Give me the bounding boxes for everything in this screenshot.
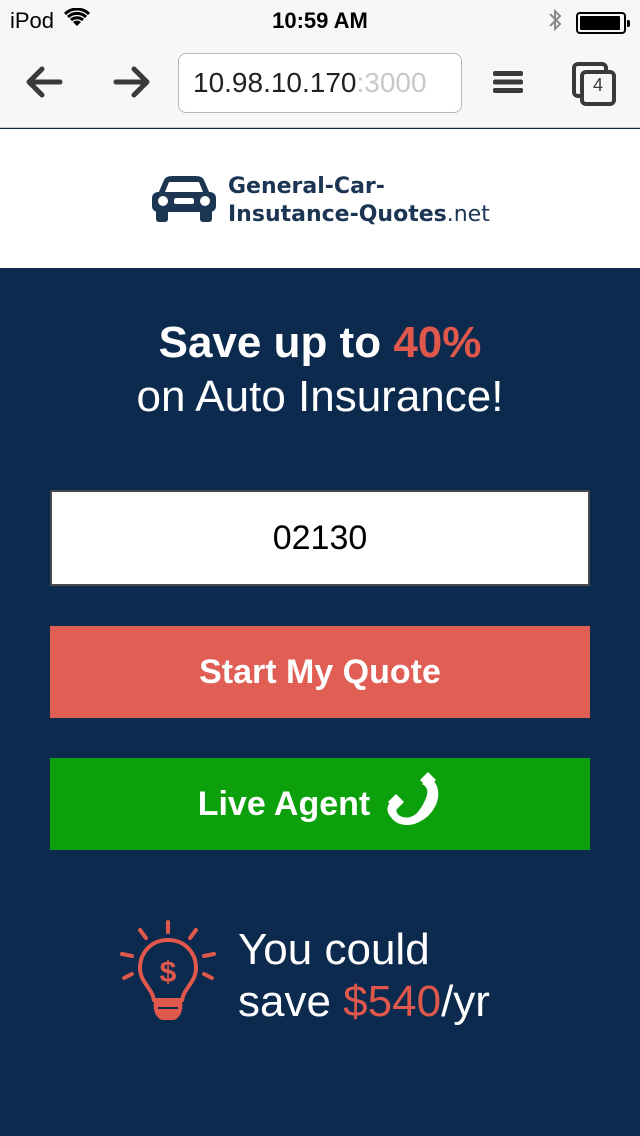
menu-icon [492,69,524,100]
forward-arrow-icon [112,65,152,104]
url-port: :3000 [356,67,427,98]
savings-suffix: /yr [441,977,490,1026]
menu-button[interactable] [484,60,532,108]
tab-count: 4 [592,75,603,95]
start-quote-label: Start My Quote [199,652,441,691]
headline: Save up to 40% on Auto Insurance! [0,316,640,424]
tabs-icon: 4 [571,61,617,107]
headline-line-2: on Auto Insurance! [136,372,504,421]
bluetooth-icon [548,8,562,38]
savings-prefix: save [238,977,344,1026]
clock: 10:59 AM [272,8,368,33]
tabs-button[interactable]: 4 [570,60,618,108]
savings-callout: $ You could save $540/yr [118,920,538,1040]
forward-button[interactable] [108,60,156,108]
site-logo[interactable]: General-Car- Insutance-Quotes.net [150,173,490,229]
headline-prefix: Save up to [158,318,394,367]
hero-section: Save up to 40% on Auto Insurance! Start … [0,268,640,1136]
savings-amount: $540 [343,977,442,1026]
car-icon [150,174,218,229]
browser-toolbar: 10.98.10.170:3000 4 [0,40,640,128]
zip-code-input[interactable] [50,490,590,586]
start-quote-button[interactable]: Start My Quote [50,626,590,718]
status-bar: iPod 10:59 AM [0,0,640,40]
back-button[interactable] [20,60,68,108]
logo-line-2: Insutance-Quotes [228,202,447,227]
back-arrow-icon [24,65,64,104]
svg-text:$: $ [160,956,177,989]
logo-tld: .net [446,202,490,227]
savings-line-1: You could [238,925,430,974]
url-field[interactable]: 10.98.10.170:3000 [178,53,462,113]
phone-icon [382,771,442,837]
live-agent-label: Live Agent [197,784,371,823]
headline-percent: 40% [393,318,482,367]
site-header: General-Car- Insutance-Quotes.net [0,129,640,268]
live-agent-button[interactable]: Live Agent [50,758,590,850]
battery-icon [576,12,630,34]
lightbulb-dollar-icon: $ [118,920,218,1033]
url-host: 10.98.10.170 [193,67,357,98]
logo-line-1: General-Car- [228,174,385,199]
